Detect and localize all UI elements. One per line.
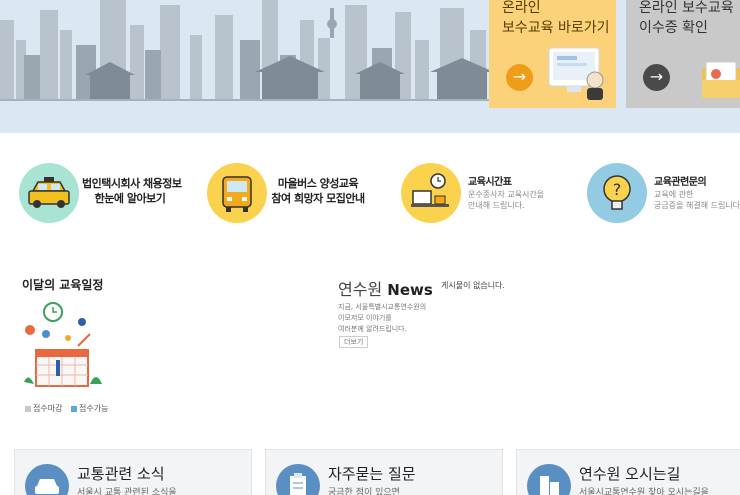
card-title: 연수원 오시는길 bbox=[579, 465, 681, 483]
schedule-title: 이달의 교육일정 bbox=[22, 278, 104, 292]
svg-text:?: ? bbox=[613, 180, 622, 199]
quick-link-label: 한눈에 알아보기 bbox=[94, 192, 166, 205]
car-icon bbox=[25, 464, 69, 495]
quick-link-label: 마을버스 양성교육 bbox=[277, 177, 359, 190]
quick-link-desc: 교육에 관한 bbox=[654, 190, 694, 199]
quick-link-inquiry[interactable]: ? 교육관련문의 교육에 관한 궁금증을 해결해 드립니다. bbox=[587, 163, 740, 225]
directions-card[interactable]: 연수원 오시는길 서울시교통연수원 찾아 오시는길을 bbox=[516, 449, 740, 495]
card-title-line1: 온라인 보수교육 bbox=[639, 0, 734, 16]
faq-card[interactable]: 자주묻는 질문 궁금한 점이 있으면 bbox=[265, 449, 503, 495]
computer-person-illustration bbox=[548, 47, 604, 100]
news-title-main: News bbox=[387, 281, 433, 299]
certificate-folder-illustration bbox=[702, 61, 740, 98]
arrow-right-icon[interactable]: → bbox=[643, 64, 670, 91]
lightbulb-icon: ? bbox=[587, 163, 647, 223]
quick-link-bus-training[interactable]: 마을버스 양성교육 참여 희망자 모집안내 bbox=[207, 163, 377, 225]
news-description: 여러분께 알려드립니다. bbox=[338, 325, 407, 333]
news-empty-message: 게시물이 없습니다. bbox=[441, 281, 505, 290]
card-subtitle: 서울시교통연수원 찾아 오시는길을 bbox=[579, 488, 709, 495]
arrow-right-icon[interactable]: → bbox=[506, 64, 533, 91]
card-title: 자주묻는 질문 bbox=[328, 465, 416, 483]
taxi-icon bbox=[19, 163, 79, 223]
quick-link-label: 참여 희망자 모집안내 bbox=[271, 192, 365, 205]
quick-link-desc: 궁금증을 해결해 드립니다. bbox=[654, 201, 740, 210]
quick-link-desc: 안내해 드립니다. bbox=[468, 201, 525, 210]
quick-link-timetable[interactable]: 교육시간표 운수종사자 교육시간을 안내해 드립니다. bbox=[401, 163, 571, 225]
legend-closed-swatch bbox=[25, 405, 31, 412]
calendar-illustration[interactable] bbox=[20, 298, 110, 394]
clipboard-icon bbox=[276, 464, 320, 495]
quick-link-title: 교육관련문의 bbox=[654, 177, 707, 188]
quick-link-taxi-jobs[interactable]: 법인택시회사 채용정보 한눈에 알아보기 bbox=[19, 163, 189, 225]
clock-desk-icon bbox=[401, 163, 461, 223]
legend-open-label: 접수가능 bbox=[79, 404, 109, 413]
hero-banner: 온라인 보수교육 바로가기 → 온라인 보수교육 이수증 확인 → bbox=[0, 0, 740, 133]
online-education-card[interactable]: 온라인 보수교육 바로가기 → bbox=[489, 0, 616, 108]
city-skyline-illustration bbox=[0, 0, 500, 133]
card-subtitle: 궁금한 점이 있으면 bbox=[328, 488, 400, 495]
building-icon bbox=[527, 464, 571, 495]
traffic-news-card[interactable]: 교통관련 소식 서울시 교통 관련된 소식을 bbox=[14, 449, 252, 495]
certificate-check-card[interactable]: 온라인 보수교육 이수증 확인 → bbox=[626, 0, 740, 108]
card-title-line2: 보수교육 바로가기 bbox=[502, 20, 610, 36]
legend-open-swatch bbox=[71, 405, 77, 412]
legend-closed-label: 접수마감 bbox=[33, 404, 63, 413]
card-subtitle: 서울시 교통 관련된 소식을 bbox=[77, 488, 177, 495]
news-title-prefix: 연수원 bbox=[338, 280, 383, 299]
quick-link-label: 법인택시회사 채용정보 bbox=[82, 177, 182, 190]
quick-link-desc: 운수종사자 교육시간을 bbox=[468, 190, 545, 199]
news-title: 연수원 News bbox=[338, 276, 433, 300]
card-title: 교통관련 소식 bbox=[77, 465, 165, 483]
news-description: 지금, 서울특별시교통연수원의 bbox=[338, 303, 427, 311]
card-title-line2: 이수증 확인 bbox=[639, 20, 708, 36]
schedule-legend: 접수마감 접수가능 bbox=[25, 403, 108, 414]
news-description: 이모저모 이야기를 bbox=[338, 314, 392, 322]
quick-link-title: 교육시간표 bbox=[468, 177, 512, 188]
news-more-button[interactable]: 더보기 bbox=[339, 336, 369, 348]
bus-icon bbox=[207, 163, 267, 223]
card-title-line1: 온라인 bbox=[502, 0, 541, 16]
